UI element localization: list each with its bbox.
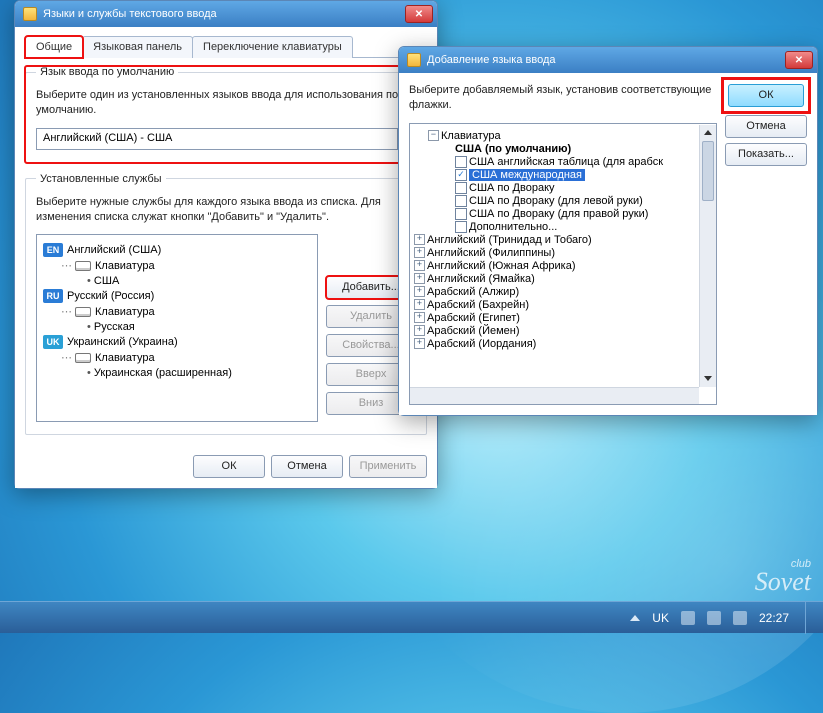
default-language-legend: Язык ввода по умолчанию: [36, 66, 178, 78]
scrollbar-vertical[interactable]: [699, 125, 716, 387]
scrollbar-horizontal[interactable]: [410, 387, 699, 404]
taskbar: UK 22:27: [0, 601, 823, 633]
checkbox[interactable]: ✓: [455, 169, 467, 181]
checkbox[interactable]: [455, 195, 467, 207]
keyboard-icon: [75, 307, 91, 317]
tree-default-layout: США (по умолчанию): [442, 143, 714, 155]
keyboard-icon: [75, 353, 91, 363]
default-language-desc: Выберите один из установленных языков вв…: [36, 88, 416, 118]
language-item[interactable]: UK Украинский (Украина): [43, 335, 311, 349]
close-icon[interactable]: ✕: [785, 51, 813, 69]
keyboard-layout[interactable]: США: [87, 275, 311, 287]
tree-language-node[interactable]: +Арабский (Египет): [414, 312, 714, 324]
tab-key-switching[interactable]: Переключение клавиатуры: [192, 36, 353, 58]
close-icon[interactable]: ✕: [405, 5, 433, 23]
tree-layout-option[interactable]: США по Двораку (для левой руки): [442, 195, 714, 207]
keyboard-layout[interactable]: Украинская (расширенная): [87, 367, 311, 379]
cancel-button[interactable]: Отмена: [725, 115, 807, 138]
ok-button[interactable]: ОК: [728, 84, 804, 107]
tree-language-node[interactable]: +Арабский (Иордания): [414, 338, 714, 350]
tree-layout-option[interactable]: США английская таблица (для арабск: [442, 156, 714, 168]
default-language-value: Английский (США) - США: [37, 129, 397, 149]
language-indicator[interactable]: UK: [652, 611, 669, 625]
network-icon[interactable]: [707, 611, 721, 625]
scroll-down-icon[interactable]: [700, 371, 716, 387]
languages-tree[interactable]: −КлавиатураСША (по умолчанию)США английс…: [409, 125, 717, 405]
clock[interactable]: 22:27: [759, 611, 789, 625]
flag-icon: RU: [43, 289, 63, 303]
language-name: Украинский (Украина): [67, 336, 178, 348]
keyboard-group: ⋯Клавиатура: [61, 259, 311, 273]
tree-language-node[interactable]: +Английский (Южная Африка): [414, 260, 714, 272]
show-button[interactable]: Показать...: [725, 143, 807, 166]
flag-icon: UK: [43, 335, 63, 349]
tree-language-node[interactable]: +Арабский (Алжир): [414, 286, 714, 298]
add-language-desc: Выберите добавляемый язык, установив соо…: [409, 83, 717, 113]
action-center-icon[interactable]: [681, 611, 695, 625]
ok-button[interactable]: ОК: [193, 455, 265, 478]
apply-button[interactable]: Применить: [349, 455, 427, 478]
default-language-combo[interactable]: Английский (США) - США: [36, 128, 416, 150]
window-title: Добавление языка ввода: [427, 54, 785, 66]
tab-language-bar[interactable]: Языковая панель: [82, 36, 193, 58]
language-name: Русский (Россия): [67, 290, 154, 302]
keyboard-group: ⋯Клавиатура: [61, 305, 311, 319]
tabs: Общие Языковая панель Переключение клави…: [25, 35, 427, 58]
dialog-footer: ОК Отмена Применить: [25, 445, 427, 478]
tree-language-node[interactable]: +Арабский (Бахрейн): [414, 299, 714, 311]
window-icon: [407, 53, 421, 67]
tray-overflow-icon[interactable]: [630, 615, 640, 621]
add-input-language-dialog: Добавление языка ввода ✕ Выберите добавл…: [398, 46, 818, 416]
tree-layout-option[interactable]: США по Двораку: [442, 182, 714, 194]
installed-services-group: Установленные службы Выберите нужные слу…: [25, 173, 427, 436]
installed-services-legend: Установленные службы: [36, 173, 166, 185]
flag-icon: EN: [43, 243, 63, 257]
scroll-thumb[interactable]: [702, 141, 714, 201]
titlebar[interactable]: Языки и службы текстового ввода ✕: [15, 1, 437, 27]
installed-languages-tree[interactable]: EN Английский (США) ⋯Клавиатура США RU Русски…: [36, 234, 318, 422]
language-name: Английский (США): [67, 244, 161, 256]
checkbox[interactable]: [455, 156, 467, 168]
checkbox[interactable]: [455, 182, 467, 194]
tab-general[interactable]: Общие: [25, 36, 83, 58]
installed-services-desc: Выберите нужные службы для каждого языка…: [36, 195, 416, 225]
cancel-button[interactable]: Отмена: [271, 455, 343, 478]
window-icon: [23, 7, 37, 21]
system-tray: UK 22:27: [618, 602, 823, 634]
tree-layout-option[interactable]: США по Двораку (для правой руки): [442, 208, 714, 220]
checkbox[interactable]: [455, 208, 467, 220]
tree-layout-option[interactable]: ✓США международная: [442, 169, 714, 181]
tree-layout-option[interactable]: Дополнительно...: [442, 221, 714, 233]
checkbox[interactable]: [455, 221, 467, 233]
window-title: Языки и службы текстового ввода: [43, 8, 405, 20]
default-language-group: Язык ввода по умолчанию Выберите один из…: [25, 66, 427, 163]
language-item[interactable]: EN Английский (США): [43, 243, 311, 257]
keyboard-group: ⋯Клавиатура: [61, 351, 311, 365]
titlebar[interactable]: Добавление языка ввода ✕: [399, 47, 817, 73]
tree-language-node[interactable]: +Английский (Тринидад и Тобаго): [414, 234, 714, 246]
show-desktop-button[interactable]: [805, 602, 815, 634]
scroll-up-icon[interactable]: [700, 125, 716, 141]
watermark: club Sovet: [755, 560, 811, 593]
tree-keyboard-node[interactable]: −Клавиатура: [428, 130, 714, 142]
volume-icon[interactable]: [733, 611, 747, 625]
language-item[interactable]: RU Русский (Россия): [43, 289, 311, 303]
tree-language-node[interactable]: +Английский (Филиппины): [414, 247, 714, 259]
keyboard-layout[interactable]: Русская: [87, 321, 311, 333]
tree-language-node[interactable]: +Арабский (Йемен): [414, 325, 714, 337]
keyboard-icon: [75, 261, 91, 271]
tree-language-node[interactable]: +Английский (Ямайка): [414, 273, 714, 285]
text-services-dialog: Языки и службы текстового ввода ✕ Общие …: [14, 0, 438, 489]
